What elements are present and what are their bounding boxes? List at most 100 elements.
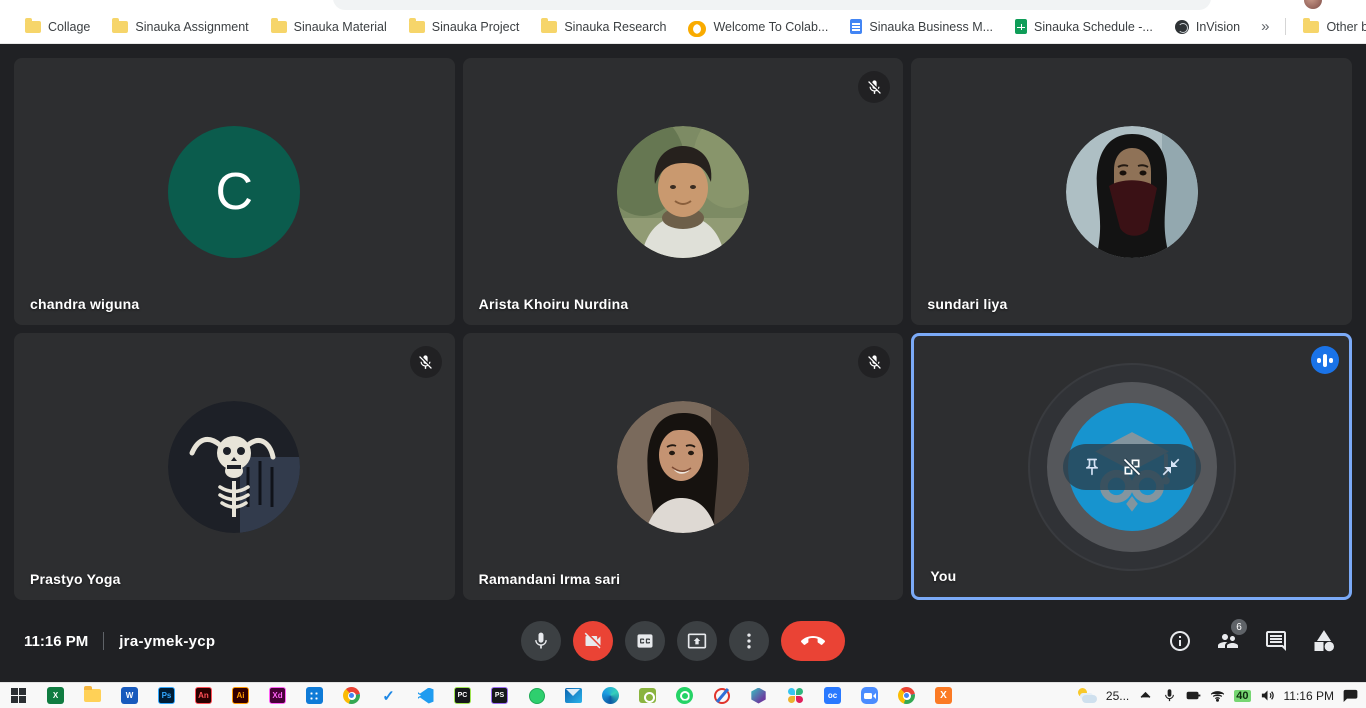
other-bookmarks-button[interactable]: Other bookmarks <box>1292 14 1366 40</box>
meeting-details[interactable]: 11:16 PM jra-ymek-ycp <box>24 632 215 650</box>
word-taskbar-button[interactable]: W <box>111 683 148 708</box>
participant-tile-sundari[interactable]: sundari liya <box>911 58 1352 325</box>
weather-temp[interactable]: 25... <box>1106 689 1129 703</box>
participant-tile-you[interactable]: You <box>911 333 1352 600</box>
oc-app-taskbar-button[interactable]: oc <box>814 683 851 708</box>
weather-icon[interactable] <box>1077 688 1097 703</box>
leave-call-button[interactable] <box>781 621 845 661</box>
meeting-code: jra-ymek-ycp <box>119 633 215 650</box>
system-tray: 25... 40 11:16 PM <box>1077 688 1366 703</box>
tray-chevron-up-icon[interactable] <box>1138 688 1153 703</box>
call-controls <box>521 621 845 661</box>
tray-wifi-icon[interactable] <box>1210 688 1225 703</box>
bookmark-sinauka-material[interactable]: Sinauka Material <box>260 14 398 40</box>
omnibox-remnant <box>333 0 1211 10</box>
hexagon-app-taskbar-button[interactable] <box>740 683 777 708</box>
pin-icon[interactable] <box>1082 457 1102 477</box>
design-app-taskbar-button[interactable] <box>777 683 814 708</box>
folder-icon <box>25 21 41 33</box>
captions-button[interactable] <box>625 621 665 661</box>
pen-tool-taskbar-button[interactable] <box>703 683 740 708</box>
mic-off-badge <box>858 346 890 378</box>
globe-icon <box>1175 20 1189 34</box>
mic-button[interactable] <box>521 621 561 661</box>
check-icon: ✓ <box>382 687 395 705</box>
flower-icon <box>788 688 804 704</box>
collapse-icon[interactable] <box>1161 457 1181 477</box>
more-options-button[interactable] <box>729 621 769 661</box>
mail-taskbar-button[interactable] <box>555 683 592 708</box>
participants-button[interactable]: 6 <box>1216 629 1240 653</box>
participant-tile-ramandani[interactable]: Ramandani Irma sari <box>463 333 904 600</box>
android-taskbar-button[interactable] <box>518 683 555 708</box>
zoom-taskbar-button[interactable] <box>851 683 888 708</box>
bookmark-collage[interactable]: Collage <box>14 14 101 40</box>
illustrator-icon: Ai <box>232 687 249 704</box>
chat-button[interactable] <box>1264 629 1288 653</box>
folder-icon <box>271 21 287 33</box>
participant-tile-arista[interactable]: Arista Khoiru Nurdina <box>463 58 904 325</box>
xampp-taskbar-button[interactable]: X <box>925 683 962 708</box>
bookmark-sinauka-business[interactable]: Sinauka Business M... <box>839 14 1004 40</box>
participant-name: Ramandani Irma sari <box>479 571 621 587</box>
adobe-xd-taskbar-button[interactable]: Xd <box>259 683 296 708</box>
participant-name: Arista Khoiru Nurdina <box>479 296 629 312</box>
chrome-2-taskbar-button[interactable] <box>888 683 925 708</box>
call-end-icon <box>801 629 825 653</box>
bookmark-label: Collage <box>48 20 90 34</box>
avatar <box>1066 126 1198 258</box>
activities-button[interactable] <box>1312 629 1336 653</box>
tray-mic-icon[interactable] <box>1162 688 1177 703</box>
participant-tile-chandra[interactable]: C chandra wiguna <box>14 58 455 325</box>
bookmark-label: Welcome To Colab... <box>713 20 828 34</box>
pycharm-taskbar-button[interactable]: PC <box>444 683 481 708</box>
meet-main-area: C chandra wiguna <box>0 44 1366 682</box>
todo-taskbar-button[interactable]: ✓ <box>370 683 407 708</box>
meeting-details-button[interactable] <box>1168 629 1192 653</box>
camera-off-button[interactable] <box>573 621 613 661</box>
tray-volume-icon[interactable] <box>1260 688 1275 703</box>
animate-taskbar-button[interactable]: An <box>185 683 222 708</box>
action-center-icon[interactable] <box>1343 688 1358 703</box>
battery-percent-badge[interactable]: 40 <box>1234 690 1250 702</box>
excel-taskbar-button[interactable]: X <box>37 683 74 708</box>
photoshop-taskbar-button[interactable]: Ps <box>148 683 185 708</box>
avatar <box>168 401 300 533</box>
bookmark-sinauka-project[interactable]: Sinauka Project <box>398 14 531 40</box>
bookmark-welcome-to-colab[interactable]: Welcome To Colab... <box>677 14 839 40</box>
browser-profile-avatar[interactable] <box>1304 0 1322 9</box>
present-button[interactable] <box>677 621 717 661</box>
chrome-taskbar-button[interactable] <box>333 683 370 708</box>
photo-avatar <box>1066 126 1198 258</box>
whatsapp-taskbar-button[interactable] <box>666 683 703 708</box>
hexagon-icon <box>751 688 767 704</box>
edge-taskbar-button[interactable] <box>592 683 629 708</box>
bookmark-label: Sinauka Material <box>294 20 387 34</box>
calendar-taskbar-button[interactable] <box>296 683 333 708</box>
chrome-icon <box>343 687 360 704</box>
bookmark-sinauka-schedule[interactable]: Sinauka Schedule -... <box>1004 14 1164 40</box>
pen-tool-icon <box>714 688 730 704</box>
phpstorm-taskbar-button[interactable]: PS <box>481 683 518 708</box>
pycharm-icon: PC <box>454 687 471 704</box>
unpin-layout-icon[interactable] <box>1122 457 1142 477</box>
taskbar-clock[interactable]: 11:16 PM <box>1284 689 1334 703</box>
bookmark-sinauka-research[interactable]: Sinauka Research <box>530 14 677 40</box>
vscode-icon <box>418 688 434 704</box>
bookmark-sinauka-assignment[interactable]: Sinauka Assignment <box>101 14 259 40</box>
browser-top-strip <box>0 0 1366 10</box>
bookmarks-overflow-chevron[interactable]: » <box>1251 18 1279 35</box>
vscode-taskbar-button[interactable] <box>407 683 444 708</box>
photo-avatar <box>617 401 749 533</box>
bookmark-label: Sinauka Project <box>432 20 520 34</box>
camera-emulator-taskbar-button[interactable] <box>629 683 666 708</box>
tray-battery-icon[interactable] <box>1186 688 1201 703</box>
bookmark-invision[interactable]: InVision <box>1164 14 1251 40</box>
illustrator-taskbar-button[interactable]: Ai <box>222 683 259 708</box>
mic-off-icon <box>866 354 883 371</box>
file-explorer-taskbar-button[interactable] <box>74 683 111 708</box>
letter-avatar: C <box>168 126 300 258</box>
bookmark-label: Sinauka Schedule -... <box>1034 20 1153 34</box>
participant-tile-prastyo[interactable]: Prastyo Yoga <box>14 333 455 600</box>
start-button[interactable] <box>0 683 37 708</box>
